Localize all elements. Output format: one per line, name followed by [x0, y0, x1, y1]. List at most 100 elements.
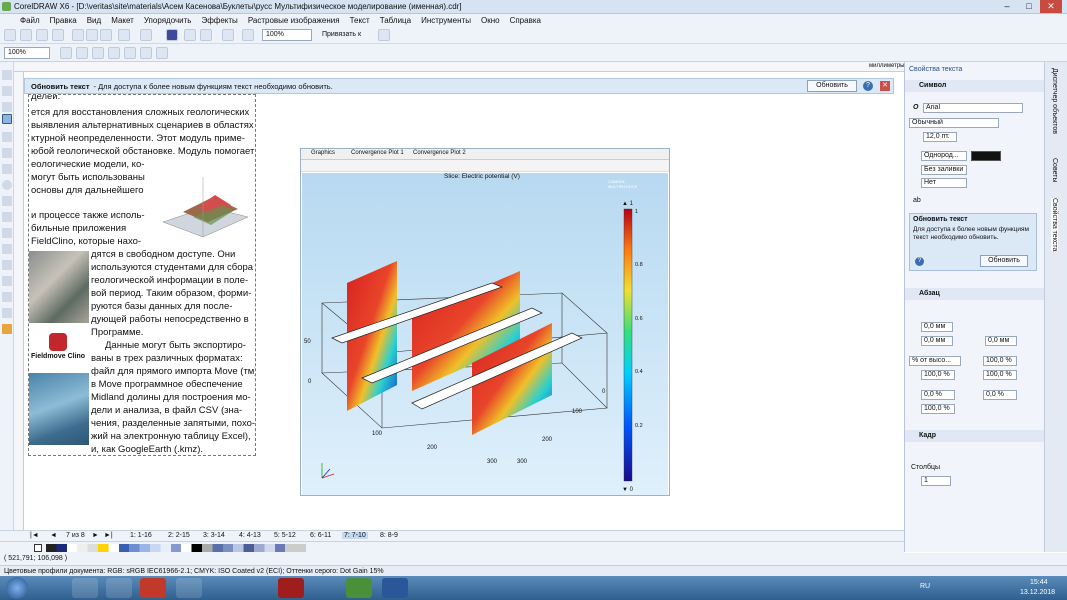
infobar-update-button[interactable]: Обновить — [807, 80, 857, 92]
para-field[interactable]: 0,0 % — [921, 390, 955, 400]
ie-icon[interactable] — [72, 578, 98, 598]
page-tab-selected[interactable]: 7: 7-10 — [342, 532, 368, 539]
zoom-selected-icon[interactable] — [92, 47, 104, 59]
acrobat-icon[interactable] — [278, 578, 304, 598]
explorer-icon[interactable] — [106, 578, 132, 598]
frame-section-header[interactable]: Кадр — [905, 430, 1045, 442]
menu-table[interactable]: Таблица — [380, 16, 411, 25]
page-tab[interactable]: 3: 3-14 — [203, 532, 225, 539]
minimize-button[interactable]: – — [996, 0, 1018, 13]
undo-icon[interactable] — [118, 29, 130, 41]
save-icon[interactable] — [36, 29, 48, 41]
symbol-section-header[interactable]: Символ — [905, 80, 1045, 92]
clock-time[interactable]: 15:44 — [1030, 579, 1048, 586]
field-photo-image[interactable] — [29, 251, 89, 323]
menu-window[interactable]: Окно — [481, 16, 500, 25]
menu-edit[interactable]: Правка — [50, 16, 77, 25]
opera-icon[interactable] — [140, 578, 166, 598]
freehand-tool-icon[interactable] — [2, 132, 12, 142]
callout-update-button[interactable]: Обновить — [980, 255, 1028, 267]
smart-fill-icon[interactable] — [2, 148, 12, 158]
para-field[interactable]: 0,0 мм — [921, 336, 953, 346]
columns-field[interactable]: 1 — [921, 476, 951, 486]
start-button[interactable] — [6, 577, 28, 599]
eyedropper-tool-icon[interactable] — [2, 292, 12, 302]
page-tab[interactable]: 2: 2-15 — [168, 532, 190, 539]
menu-bitmaps[interactable]: Растровые изображения — [248, 16, 340, 25]
zoom-level-combo[interactable]: 100% — [4, 47, 50, 59]
menu-arrange[interactable]: Упорядочить — [144, 16, 192, 25]
print-icon[interactable] — [52, 29, 64, 41]
pick-tool-icon[interactable] — [2, 70, 12, 80]
text-fill-combo[interactable]: Однород... — [921, 151, 967, 161]
tab-text-properties[interactable]: Свойства текста — [1051, 198, 1058, 252]
font-family-combo[interactable]: Arial — [923, 103, 1023, 113]
superscript-icon[interactable]: ab — [913, 197, 921, 204]
tab-convergence-1[interactable]: Convergence Plot 1 — [351, 150, 404, 156]
zoom-all-icon[interactable] — [108, 47, 120, 59]
no-color-swatch[interactable] — [34, 544, 42, 552]
para-spacing-combo[interactable]: % от высо... — [909, 356, 961, 366]
page-tab[interactable]: 8: 8-9 — [380, 532, 398, 539]
table-tool-icon[interactable] — [2, 228, 12, 238]
font-style-combo[interactable]: Обычный — [909, 118, 999, 128]
copy-icon[interactable] — [86, 29, 98, 41]
cut-icon[interactable] — [72, 29, 84, 41]
shape-tool-icon[interactable] — [2, 86, 12, 96]
menu-tools[interactable]: Инструменты — [421, 16, 471, 25]
effects-tool-icon[interactable] — [2, 276, 12, 286]
comsol-screenshot[interactable]: Graphics Convergence Plot 1 Convergence … — [300, 148, 670, 496]
page-tab[interactable]: 4: 4-13 — [239, 532, 261, 539]
booklet-page[interactable]: делей. ется для восстановления сложных г… — [28, 94, 256, 456]
clock-date[interactable]: 13.12.2018 — [1020, 589, 1055, 596]
callout-help-icon[interactable]: ? — [915, 257, 924, 266]
color-profiles-status[interactable]: Цветовые профили документа: RGB: sRGB IE… — [0, 565, 1067, 576]
menu-text[interactable]: Текст — [350, 16, 370, 25]
launcher-icon[interactable] — [222, 29, 234, 41]
options-icon[interactable] — [378, 29, 390, 41]
redo-icon[interactable] — [140, 29, 152, 41]
text-tool-icon[interactable] — [2, 212, 12, 222]
close-button[interactable]: ✕ — [1040, 0, 1062, 13]
outline-tool-icon[interactable] — [2, 308, 12, 318]
menu-layout[interactable]: Макет — [111, 16, 134, 25]
zoom-width-icon[interactable] — [140, 47, 152, 59]
para-field[interactable]: 0,0 мм — [985, 336, 1017, 346]
chrome-icon[interactable] — [176, 578, 202, 598]
para-field[interactable]: 100,0 % — [921, 404, 955, 414]
tab-object-manager[interactable]: Диспетчер объектов — [1051, 68, 1058, 134]
tab-graphics[interactable]: Graphics — [311, 150, 335, 156]
zoom-out-icon[interactable] — [76, 47, 88, 59]
zoom-page-icon[interactable] — [124, 47, 136, 59]
menu-effects[interactable]: Эффекты — [201, 16, 237, 25]
polygon-tool-icon[interactable] — [2, 196, 12, 206]
next-page-icon[interactable]: ► — [92, 532, 99, 539]
zoom-in-icon[interactable] — [60, 47, 72, 59]
tab-convergence-2[interactable]: Convergence Plot 2 — [413, 150, 466, 156]
zoom-combo[interactable]: 100% — [262, 29, 312, 41]
para-field[interactable]: 100,0 % — [983, 356, 1017, 366]
para-field[interactable]: 100,0 % — [921, 370, 955, 380]
language-indicator[interactable]: RU — [920, 583, 930, 590]
font-size-field[interactable]: 12,0 пт. — [923, 132, 957, 142]
import-icon[interactable] — [184, 29, 196, 41]
search-icon[interactable] — [166, 29, 178, 41]
tab-hints[interactable]: Советы — [1051, 158, 1058, 183]
first-page-icon[interactable]: |◄ — [30, 532, 39, 539]
menu-help[interactable]: Справка — [510, 16, 541, 25]
new-icon[interactable] — [4, 29, 16, 41]
text-fill-swatch[interactable] — [971, 151, 1001, 161]
para-field[interactable]: 100,0 % — [983, 370, 1017, 380]
zoom-tool-icon[interactable] — [2, 114, 12, 124]
tablet-screenshot-image[interactable] — [29, 373, 89, 445]
export-icon[interactable] — [200, 29, 212, 41]
outline-combo[interactable]: Нет — [921, 178, 967, 188]
menu-view[interactable]: Вид — [87, 16, 101, 25]
dimension-tool-icon[interactable] — [2, 244, 12, 254]
prev-page-icon[interactable]: ◄ — [50, 532, 57, 539]
palette-swatches[interactable] — [46, 544, 306, 552]
para-field[interactable]: 0,0 мм — [921, 322, 953, 332]
page-tab[interactable]: 1: 1-16 — [130, 532, 152, 539]
ellipse-tool-icon[interactable] — [2, 180, 12, 190]
page-tab[interactable]: 5: 5-12 — [274, 532, 296, 539]
